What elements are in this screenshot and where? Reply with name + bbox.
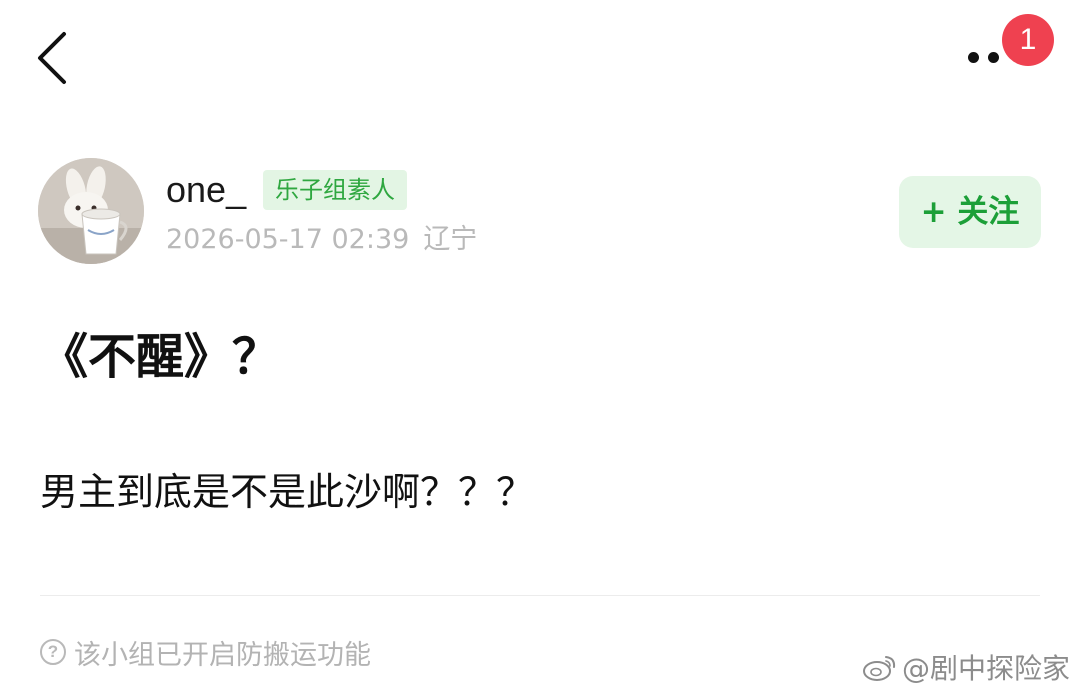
watermark-text: @剧中探险家 — [901, 652, 1070, 685]
watermark: @剧中探险家 — [862, 645, 1070, 689]
rabbit-in-cup-avatar — [38, 158, 144, 264]
post-title: 《不醒》？ — [40, 329, 281, 385]
weibo-icon — [862, 656, 896, 681]
follow-button[interactable]: + 关注 — [899, 176, 1041, 248]
post-body: 男主到底是不是此沙啊？？？ — [40, 470, 535, 514]
post-datetime: 2026-05-17 02:39 — [166, 224, 410, 255]
more-dots-icon-dot — [988, 52, 999, 63]
notice-text: 该小组已开启防搬运功能 — [74, 639, 371, 671]
more-options-button[interactable] — [960, 36, 1006, 76]
chevron-left-icon[interactable] — [30, 28, 78, 88]
group-tag[interactable]: 乐子组素人 — [263, 170, 407, 210]
notification-badge: 1 — [1002, 14, 1054, 66]
post-meta: 2026-05-17 02:39 辽宁 — [166, 222, 477, 258]
post-location: 辽宁 — [423, 224, 478, 255]
username[interactable]: one_ — [166, 168, 246, 212]
divider — [40, 595, 1040, 596]
anti-repost-notice: ? 该小组已开启防搬运功能 — [40, 632, 371, 672]
more-dots-icon — [968, 52, 979, 63]
avatar[interactable] — [38, 158, 144, 264]
question-circle-icon[interactable]: ? — [40, 639, 66, 665]
